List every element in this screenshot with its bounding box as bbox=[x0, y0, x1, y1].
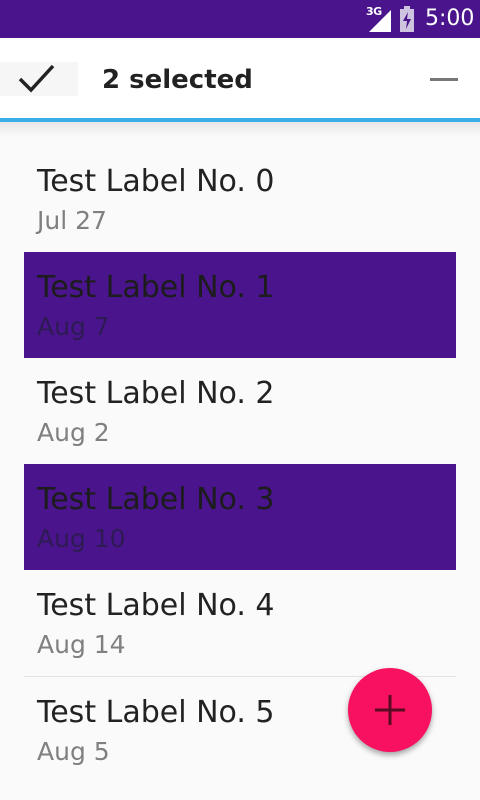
item-label: Test Label No. 5 bbox=[37, 695, 275, 730]
item-date: Aug 2 bbox=[37, 418, 110, 447]
item-date: Jul 27 bbox=[37, 206, 107, 235]
item-date: Aug 10 bbox=[37, 524, 126, 553]
status-bar: 3G 5:00 bbox=[0, 0, 480, 38]
item-label: Test Label No. 2 bbox=[37, 376, 275, 411]
add-label-button[interactable] bbox=[348, 668, 432, 752]
list-item-selected[interactable]: Test Label No. 3 Aug 10 bbox=[24, 464, 456, 570]
selection-count-title: 2 selected bbox=[102, 65, 253, 95]
item-label: Test Label No. 3 bbox=[37, 482, 275, 517]
signal-icon bbox=[369, 10, 391, 32]
list-item-selected[interactable]: Test Label No. 1 Aug 7 bbox=[24, 252, 456, 358]
item-label: Test Label No. 1 bbox=[37, 270, 275, 305]
item-label: Test Label No. 4 bbox=[37, 588, 275, 623]
check-icon bbox=[18, 64, 55, 93]
remove-selected-button[interactable] bbox=[422, 62, 466, 98]
item-date: Aug 7 bbox=[37, 312, 110, 341]
list-item[interactable]: Test Label No. 0 Jul 27 bbox=[24, 146, 456, 252]
minus-icon bbox=[430, 78, 458, 81]
battery-charging-icon bbox=[400, 6, 414, 32]
clock: 5:00 bbox=[425, 6, 475, 31]
list-item[interactable]: Test Label No. 2 Aug 2 bbox=[24, 358, 456, 464]
item-date: Aug 14 bbox=[37, 630, 126, 659]
done-button[interactable] bbox=[0, 62, 78, 96]
action-bar-shadow bbox=[0, 122, 480, 136]
item-date: Aug 5 bbox=[37, 737, 110, 766]
plus-icon bbox=[375, 695, 405, 725]
list-item[interactable]: Test Label No. 4 Aug 14 bbox=[24, 570, 456, 676]
item-label: Test Label No. 0 bbox=[37, 164, 275, 199]
